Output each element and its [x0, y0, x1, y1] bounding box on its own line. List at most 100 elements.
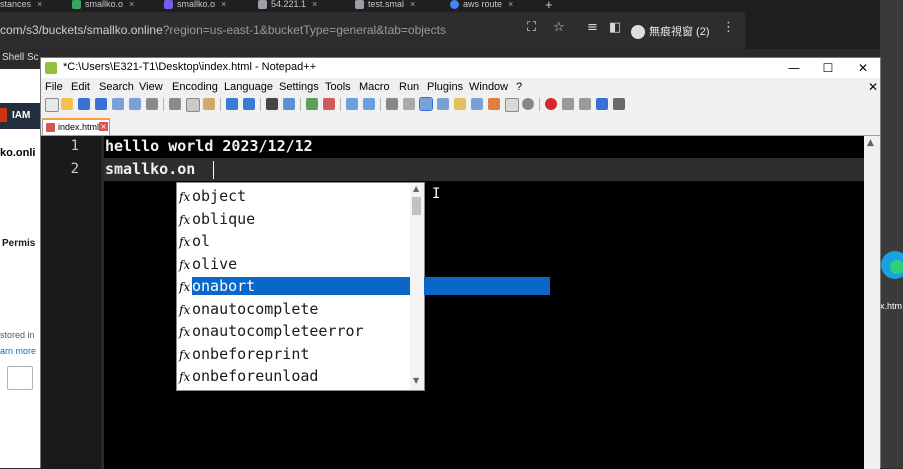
browser-tab[interactable]: aws route × [450, 0, 540, 12]
autocomplete-scrollbar[interactable]: ▲ ▼ [410, 183, 424, 390]
autocomplete-item-selected[interactable]: fx onabort [177, 275, 550, 297]
replace-icon[interactable] [283, 98, 295, 110]
sidepanel-icon[interactable]: ◧ [609, 20, 621, 35]
close-file-icon[interactable] [112, 98, 124, 110]
save-macro-icon[interactable] [613, 98, 625, 110]
menu-macro[interactable]: Macro [359, 81, 390, 93]
scroll-thumb[interactable] [412, 197, 421, 215]
folder-workspace-icon[interactable] [488, 98, 500, 110]
aws-service-link[interactable]: IAM [12, 110, 30, 121]
close-icon[interactable]: × [129, 0, 134, 9]
udl-icon[interactable] [437, 98, 449, 110]
menu-edit[interactable]: Edit [71, 81, 90, 93]
copy-button[interactable] [7, 366, 33, 390]
autocomplete-item[interactable]: fx onautocompleteerror [177, 320, 411, 342]
browser-tab[interactable]: stances × [0, 0, 52, 12]
permissions-tab[interactable]: Permis [2, 238, 35, 249]
incognito-profile[interactable]: 無痕視窗 (2) [631, 23, 710, 40]
browser-tab[interactable]: smallko.o × [72, 0, 162, 12]
record-macro-icon[interactable] [545, 98, 557, 110]
menu-run[interactable]: Run [399, 81, 419, 93]
scroll-down-icon[interactable]: ▼ [413, 376, 419, 385]
bucket-title: ko.onli [0, 147, 36, 159]
new-file-icon[interactable] [45, 98, 59, 112]
function-list-icon[interactable] [471, 98, 483, 110]
browser-tab[interactable]: smallko.o × [164, 0, 254, 12]
document-tab[interactable]: index.html × [42, 118, 110, 135]
minimize-button[interactable]: — [777, 58, 811, 78]
close-icon[interactable]: × [312, 0, 317, 9]
close-button[interactable]: ✕ [846, 58, 880, 78]
copy-icon[interactable] [186, 98, 200, 112]
sync-horizontal-icon[interactable] [363, 98, 375, 110]
menu-plugins[interactable]: Plugins [427, 81, 463, 93]
menu-search[interactable]: Search [99, 81, 134, 93]
function-icon: fx [179, 370, 191, 384]
save-icon[interactable] [78, 98, 90, 110]
sync-vertical-icon[interactable] [346, 98, 358, 110]
find-icon[interactable] [266, 98, 278, 110]
menu-view[interactable]: View [139, 81, 163, 93]
doc-map-icon[interactable] [454, 98, 466, 110]
autocomplete-item[interactable]: fx olive [177, 253, 411, 275]
word-wrap-icon[interactable] [386, 98, 398, 110]
menu-encoding[interactable]: Encoding [172, 81, 218, 93]
scroll-up-icon[interactable]: ▲ [867, 138, 874, 148]
monitoring-icon[interactable] [505, 98, 519, 112]
menu-language[interactable]: Language [224, 81, 273, 93]
autocomplete-item[interactable]: fx onbeforeprint [177, 343, 411, 365]
menu-window[interactable]: Window [469, 81, 508, 93]
close-tab-icon[interactable]: × [99, 122, 108, 131]
close-icon[interactable]: × [37, 0, 42, 9]
browser-tab-label: smallko.o [177, 0, 216, 9]
autocomplete-item[interactable]: fx object [177, 185, 411, 207]
close-icon[interactable]: × [221, 0, 226, 9]
media-icon[interactable]: ≡ [587, 20, 598, 35]
autocomplete-item[interactable]: fx oblique [177, 208, 411, 230]
close-icon[interactable]: × [508, 0, 513, 9]
scroll-up-icon[interactable]: ▲ [413, 184, 419, 193]
autocomplete-item[interactable]: fx onautocomplete [177, 298, 411, 320]
stop-macro-icon[interactable] [562, 98, 574, 110]
toolbar-separator [260, 98, 261, 111]
play-macro-icon[interactable] [579, 98, 591, 110]
learn-more-link[interactable]: arn more [0, 346, 36, 356]
undo-icon[interactable] [226, 98, 238, 110]
editor-area[interactable]: 1 2 helllo world 2023/12/12 smallko.on [41, 136, 864, 469]
menu-tools[interactable]: Tools [325, 81, 351, 93]
star-icon[interactable]: ☆ [553, 20, 565, 35]
close-all-icon[interactable] [129, 98, 141, 110]
browser-tab[interactable]: 54.221.1 × [258, 0, 348, 12]
maximize-button[interactable]: ☐ [811, 58, 845, 78]
zoom-out-icon[interactable] [323, 98, 335, 110]
redo-icon[interactable] [243, 98, 255, 110]
cut-icon[interactable] [169, 98, 181, 110]
editor-scrollbar[interactable]: ▲ [864, 136, 880, 469]
eye-icon[interactable] [522, 98, 534, 110]
autocomplete-item[interactable]: fx onbeforeunload [177, 365, 411, 387]
close-icon[interactable]: × [410, 0, 415, 9]
autocomplete-item-label: olive [192, 255, 238, 273]
code-line: helllo world 2023/12/12 [105, 137, 313, 155]
open-file-icon[interactable] [61, 98, 73, 110]
bookmark-item[interactable]: Shell Sc [2, 52, 39, 63]
translate-icon[interactable]: ⛶ [527, 20, 536, 35]
close-doc-icon[interactable]: ✕ [868, 80, 878, 94]
address-bar[interactable]: com/s3/buckets/smallko.online?region=us-… [0, 23, 446, 37]
browser-tab[interactable]: test.smal × [355, 0, 443, 12]
autocomplete-item[interactable]: fx ol [177, 230, 411, 252]
new-tab-button[interactable]: + [545, 0, 559, 12]
run-macro-multiple-icon[interactable] [596, 98, 608, 110]
show-all-chars-icon[interactable] [403, 98, 415, 110]
indent-guide-icon[interactable] [419, 97, 433, 111]
menu-file[interactable]: File [45, 81, 63, 93]
menu-kebab-icon[interactable]: ⋮ [722, 20, 735, 35]
line-number: 1 [70, 138, 79, 154]
menu-settings[interactable]: Settings [279, 81, 319, 93]
paste-icon[interactable] [203, 98, 215, 110]
edge-icon[interactable] [881, 243, 903, 287]
menu-help[interactable]: ? [516, 81, 522, 93]
save-all-icon[interactable] [95, 98, 107, 110]
print-icon[interactable] [146, 98, 158, 110]
zoom-in-icon[interactable] [306, 98, 318, 110]
